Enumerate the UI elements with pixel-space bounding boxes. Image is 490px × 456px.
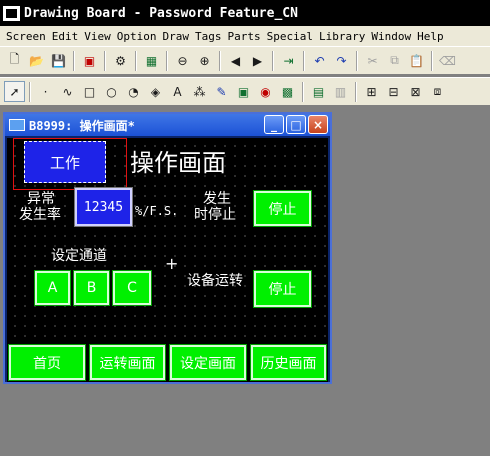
menu-parts[interactable]: Parts (226, 30, 265, 43)
hmi-canvas[interactable]: 工作 操作画面 异常 发生率 12345 %/F.S. 发生 时停止 停止 设定… (7, 138, 328, 382)
circle-icon[interactable]: ○ (101, 81, 122, 102)
library-icon[interactable]: ▥ (330, 81, 351, 102)
stop-button-2[interactable]: 停止 (253, 270, 312, 308)
nav-settings-screen-button[interactable]: 设定画面 (169, 344, 247, 381)
drawing-toolbar: ➚ · ∿ □ ○ ◔ ◈ A ⁂ ✎ ▣ ◉ ▩ ▤ ▥ ⊞ ⊟ ⊠ ⧈ (0, 77, 490, 105)
channel-a-button[interactable]: A (34, 270, 71, 306)
menu-help[interactable]: Help (415, 30, 448, 43)
menu-view[interactable]: View (82, 30, 115, 43)
order-icon[interactable]: ⧈ (427, 81, 448, 102)
toolbar-separator (73, 50, 75, 71)
ungroup-icon[interactable]: ⊟ (383, 81, 404, 102)
toolbar-separator (303, 50, 305, 71)
pen-icon[interactable]: ✎ (211, 81, 232, 102)
screen-title: 操作画面 (130, 149, 226, 177)
menu-special[interactable]: Special (265, 30, 317, 43)
screen-window-title: B8999: 操作画面* (29, 118, 135, 133)
stop-on-label-line1: 发生 (203, 191, 231, 207)
nav-home-button[interactable]: 首页 (8, 344, 86, 381)
pattern-icon[interactable]: ⁂ (189, 81, 210, 102)
cut-icon[interactable]: ✂ (362, 50, 383, 71)
crosshair-marker: + (165, 254, 179, 273)
menu-window[interactable]: Window (369, 30, 415, 43)
screen-window-icon (9, 119, 25, 131)
picture-icon[interactable]: ▩ (277, 81, 298, 102)
menu-option[interactable]: Option (115, 30, 161, 43)
toolbar-separator (104, 50, 106, 71)
app-title-bar: Drawing Board - Password Feature_CN (0, 0, 490, 26)
menu-edit[interactable]: Edit (50, 30, 83, 43)
work-button[interactable]: 工作 (24, 141, 106, 183)
new-icon[interactable]: 🗋 (4, 50, 25, 71)
minimize-button[interactable]: _ (264, 115, 284, 134)
clear-icon[interactable]: ⌫ (437, 50, 458, 71)
screen-editor-window: B8999: 操作画面* _ □ × 工作 操作画面 异常 发生率 12345 … (3, 112, 332, 384)
toolbar-separator (29, 81, 31, 102)
save-icon[interactable]: 💾 (48, 50, 69, 71)
polyline-icon[interactable]: ∿ (57, 81, 78, 102)
navigation-bar: 首页 运转画面 设定画面 历史画面 (7, 343, 328, 382)
copy-icon[interactable]: ⧉ (384, 50, 405, 71)
device-running-label: 设备运转 (187, 273, 243, 289)
toolbar-separator (272, 50, 274, 71)
standard-toolbar: 🗋 📂 💾 ▣ ⚙ ▦ ⊖ ⊕ ◀ ▶ ⇥ ↶ ↷ ✂ ⧉ 📋 ⌫ (0, 46, 490, 74)
channel-c-button[interactable]: C (112, 270, 152, 306)
app-title: Drawing Board - Password Feature_CN (24, 5, 298, 21)
abnormal-label-line1: 异常 (27, 191, 55, 207)
align-icon[interactable]: ⊠ (405, 81, 426, 102)
maximize-button[interactable]: □ (286, 115, 306, 134)
exit-icon[interactable]: ⇥ (278, 50, 299, 71)
channel-label: 设定通道 (51, 248, 107, 264)
pointer-icon[interactable]: ➚ (4, 81, 25, 102)
rectangle-icon[interactable]: □ (79, 81, 100, 102)
dot-icon[interactable]: · (35, 81, 56, 102)
text-icon[interactable]: A (167, 81, 188, 102)
caption-buttons: _ □ × (264, 115, 328, 134)
menu-screen[interactable]: Screen (4, 30, 50, 43)
toolbar-separator (219, 50, 221, 71)
lamp-icon[interactable]: ◉ (255, 81, 276, 102)
next-icon[interactable]: ▶ (247, 50, 268, 71)
arc-icon[interactable]: ◔ (123, 81, 144, 102)
prev-icon[interactable]: ◀ (225, 50, 246, 71)
bitmap-icon[interactable]: ▣ (233, 81, 254, 102)
toolbar-separator (431, 50, 433, 71)
toolbar-separator (355, 81, 357, 102)
screen-icon[interactable]: ▦ (141, 50, 162, 71)
menu-tags[interactable]: Tags (193, 30, 226, 43)
abnormal-label-line2: 发生率 (19, 207, 61, 223)
group-icon[interactable]: ⊞ (361, 81, 382, 102)
toolbar-separator (302, 81, 304, 102)
screen-editor-title-bar[interactable]: B8999: 操作画面* _ □ × (5, 114, 330, 136)
stop-on-label-line2: 时停止 (194, 207, 236, 223)
menu-bar: Screen Edit View Option Draw Tags Parts … (0, 26, 490, 46)
unit-label: %/F.S. (135, 204, 179, 218)
nav-history-screen-button[interactable]: 历史画面 (250, 344, 327, 381)
paste-icon[interactable]: 📋 (406, 50, 427, 71)
undo-icon[interactable]: ↶ (309, 50, 330, 71)
stop-button-1[interactable]: 停止 (253, 190, 312, 227)
zoom-out-icon[interactable]: ⊖ (172, 50, 193, 71)
settings-icon[interactable]: ⚙ (110, 50, 131, 71)
fill-icon[interactable]: ◈ (145, 81, 166, 102)
delete-icon[interactable]: ▣ (79, 50, 100, 71)
nav-run-screen-button[interactable]: 运转画面 (89, 344, 166, 381)
channel-b-button[interactable]: B (73, 270, 110, 306)
menu-library[interactable]: Library (317, 30, 369, 43)
zoom-in-icon[interactable]: ⊕ (194, 50, 215, 71)
menu-draw[interactable]: Draw (161, 30, 194, 43)
toolbar-separator (166, 50, 168, 71)
toolbar-separator (356, 50, 358, 71)
toolbar-separator (135, 50, 137, 71)
parts-icon[interactable]: ▤ (308, 81, 329, 102)
redo-icon[interactable]: ↷ (331, 50, 352, 71)
numeric-display[interactable]: 12345 (74, 187, 133, 227)
close-button[interactable]: × (308, 115, 328, 134)
app-icon (3, 5, 20, 21)
open-icon[interactable]: 📂 (26, 50, 47, 71)
